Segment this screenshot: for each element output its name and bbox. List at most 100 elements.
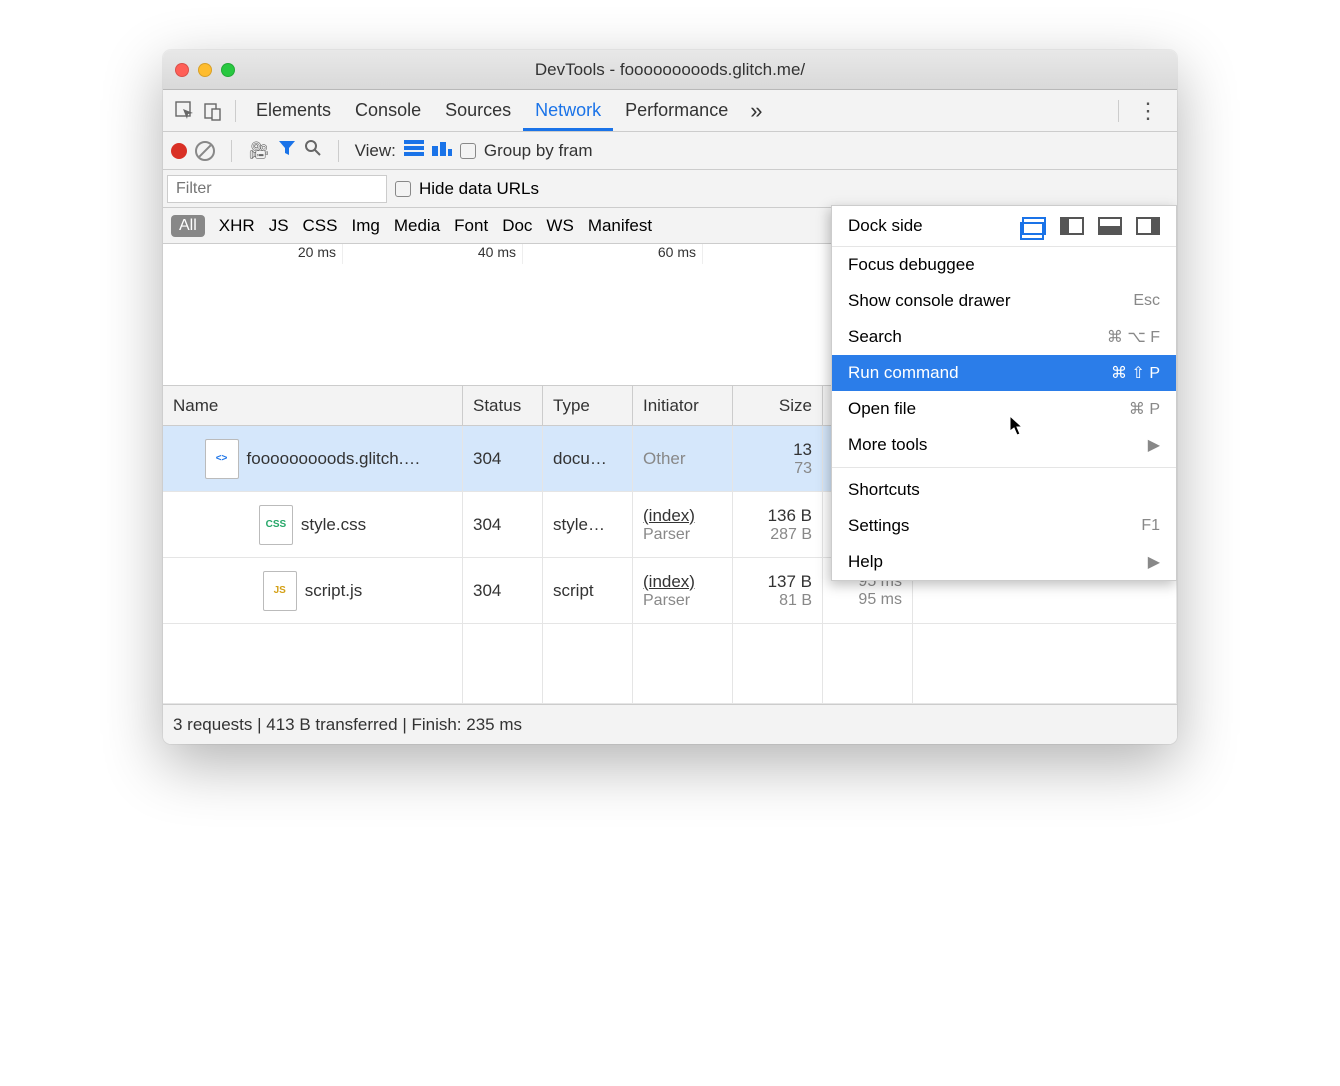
- menu-separator: [832, 467, 1176, 468]
- record-button[interactable]: [171, 143, 187, 159]
- menu-item-help[interactable]: Help ▶: [832, 544, 1176, 580]
- group-by-frame-label: Group by fram: [484, 141, 593, 161]
- timeline-tick: 60 ms: [523, 244, 703, 264]
- timeline-tick: 40 ms: [343, 244, 523, 264]
- filter-css[interactable]: CSS: [303, 216, 338, 236]
- hide-data-urls-checkbox[interactable]: [395, 181, 411, 197]
- file-type-icon: <>: [205, 439, 239, 479]
- filter-img[interactable]: Img: [352, 216, 380, 236]
- more-tabs-icon[interactable]: »: [740, 98, 772, 124]
- window-controls: [175, 63, 235, 77]
- menu-item-shortcut: F1: [1141, 517, 1160, 535]
- col-status[interactable]: Status: [463, 386, 543, 425]
- menu-item-shortcuts[interactable]: Shortcuts: [832, 472, 1176, 508]
- dock-side-row: Dock side: [832, 206, 1176, 247]
- tab-console[interactable]: Console: [343, 90, 433, 131]
- divider: [338, 140, 339, 162]
- main-tabbar: ElementsConsoleSourcesNetworkPerformance…: [163, 90, 1177, 132]
- titlebar: DevTools - fooooooooods.glitch.me/: [163, 50, 1177, 90]
- request-initiator: Other: [633, 426, 733, 491]
- filter-xhr[interactable]: XHR: [219, 216, 255, 236]
- request-size: 136 B287 B: [733, 492, 823, 557]
- divider: [231, 140, 232, 162]
- filter-all[interactable]: All: [171, 215, 205, 237]
- tab-network[interactable]: Network: [523, 90, 613, 131]
- menu-item-focus-debuggee[interactable]: Focus debuggee: [832, 247, 1176, 283]
- dock-side-label: Dock side: [848, 216, 923, 236]
- timeline-tick: 20 ms: [163, 244, 343, 264]
- filter-font[interactable]: Font: [454, 216, 488, 236]
- request-status: 304: [463, 492, 543, 557]
- filter-bar: Hide data URLs: [163, 170, 1177, 208]
- col-type[interactable]: Type: [543, 386, 633, 425]
- group-by-frame-checkbox[interactable]: [460, 143, 476, 159]
- menu-item-shortcut: ⌘ ⇧ P: [1111, 363, 1160, 383]
- file-type-icon: CSS: [259, 505, 293, 545]
- request-type: style…: [543, 492, 633, 557]
- element-picker-icon[interactable]: [171, 97, 199, 125]
- status-bar: 3 requests | 413 B transferred | Finish:…: [163, 704, 1177, 744]
- menu-item-settings[interactable]: Settings F1: [832, 508, 1176, 544]
- menu-item-label: Open file: [848, 399, 916, 419]
- tab-elements[interactable]: Elements: [244, 90, 343, 131]
- filter-js[interactable]: JS: [269, 216, 289, 236]
- request-name: style.css: [301, 515, 366, 535]
- menu-item-shortcut: ▶: [1148, 435, 1160, 455]
- large-rows-icon[interactable]: [404, 140, 424, 161]
- maximize-window-button[interactable]: [221, 63, 235, 77]
- menu-item-shortcut: ▶: [1148, 552, 1160, 572]
- divider: [235, 100, 236, 122]
- col-size[interactable]: Size: [733, 386, 823, 425]
- camera-icon[interactable]: 🎥︎: [248, 141, 270, 161]
- request-size: 137 B81 B: [733, 558, 823, 623]
- menu-item-search[interactable]: Search ⌘ ⌥ F: [832, 319, 1176, 355]
- request-status: 304: [463, 426, 543, 491]
- request-initiator: (index)Parser: [633, 492, 733, 557]
- overview-icon[interactable]: [432, 140, 452, 161]
- divider: [1118, 100, 1119, 122]
- menu-item-open-file[interactable]: Open file ⌘ P: [832, 391, 1176, 427]
- dock-left-icon[interactable]: [1060, 217, 1084, 235]
- view-label: View:: [355, 141, 396, 161]
- filter-icon[interactable]: [278, 139, 296, 162]
- menu-item-show-console-drawer[interactable]: Show console drawer Esc: [832, 283, 1176, 319]
- filter-ws[interactable]: WS: [546, 216, 573, 236]
- request-initiator: (index)Parser: [633, 558, 733, 623]
- request-size: 1373: [733, 426, 823, 491]
- search-icon[interactable]: [304, 139, 322, 162]
- menu-item-label: Show console drawer: [848, 291, 1011, 311]
- menu-item-label: Run command: [848, 363, 959, 383]
- col-initiator[interactable]: Initiator: [633, 386, 733, 425]
- menu-item-shortcut: Esc: [1133, 292, 1160, 310]
- devtools-window: DevTools - fooooooooods.glitch.me/ Eleme…: [163, 50, 1177, 744]
- hide-data-urls-label: Hide data URLs: [419, 179, 539, 199]
- filter-media[interactable]: Media: [394, 216, 440, 236]
- filter-manifest[interactable]: Manifest: [588, 216, 652, 236]
- menu-item-shortcut: ⌘ ⌥ F: [1107, 327, 1160, 347]
- request-status: 304: [463, 558, 543, 623]
- col-name[interactable]: Name: [163, 386, 463, 425]
- request-name: script.js: [305, 581, 363, 601]
- clear-button[interactable]: [195, 141, 215, 161]
- menu-item-label: Settings: [848, 516, 909, 536]
- kebab-menu-icon[interactable]: ⋮: [1127, 98, 1169, 124]
- dock-right-icon[interactable]: [1136, 217, 1160, 235]
- minimize-window-button[interactable]: [198, 63, 212, 77]
- request-type: script: [543, 558, 633, 623]
- menu-item-more-tools[interactable]: More tools▶: [832, 427, 1176, 463]
- dock-undock-icon[interactable]: [1022, 217, 1046, 235]
- dock-bottom-icon[interactable]: [1098, 217, 1122, 235]
- menu-item-label: Help: [848, 552, 883, 572]
- menu-item-shortcut: ⌘ P: [1129, 399, 1160, 419]
- request-name: fooooooooods.glitch.…: [247, 449, 421, 469]
- device-toggle-icon[interactable]: [199, 97, 227, 125]
- tab-performance[interactable]: Performance: [613, 90, 740, 131]
- tab-sources[interactable]: Sources: [433, 90, 523, 131]
- status-text: 3 requests | 413 B transferred | Finish:…: [173, 715, 522, 735]
- menu-item-label: Search: [848, 327, 902, 347]
- filter-input[interactable]: [167, 175, 387, 203]
- close-window-button[interactable]: [175, 63, 189, 77]
- filter-doc[interactable]: Doc: [502, 216, 532, 236]
- menu-item-label: Focus debuggee: [848, 255, 975, 275]
- menu-item-run-command[interactable]: Run command ⌘ ⇧ P: [832, 355, 1176, 391]
